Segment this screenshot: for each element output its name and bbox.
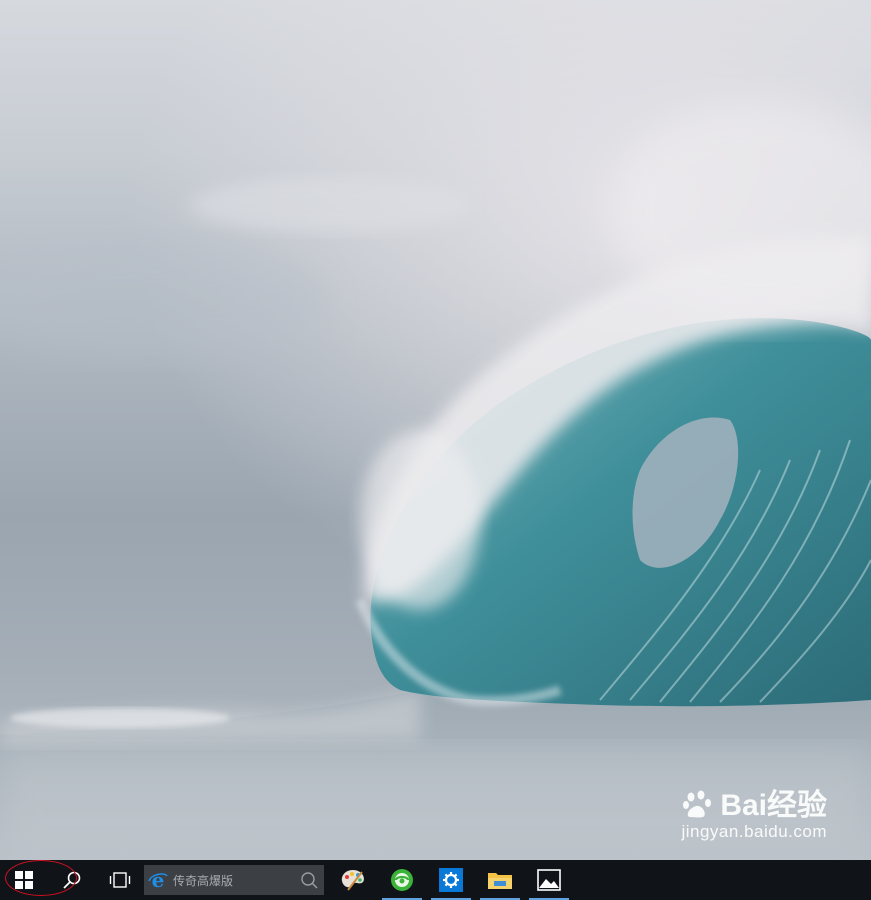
watermark-logo: Bai 经验 bbox=[681, 790, 827, 822]
watermark-brand-right: 经验 bbox=[767, 789, 827, 822]
taskbar: e 传奇高爆版 bbox=[0, 860, 871, 900]
wallpaper-wave-illustration bbox=[0, 0, 871, 860]
search-box-placeholder: 传奇高爆版 bbox=[173, 873, 234, 888]
paint-app-button[interactable] bbox=[333, 860, 373, 900]
task-view-icon bbox=[109, 872, 131, 888]
360-browser-icon bbox=[391, 869, 413, 891]
gear-icon bbox=[439, 868, 463, 892]
task-view-button[interactable] bbox=[98, 860, 142, 900]
desktop-wallpaper: Bai 经验 jingyan.baidu.com bbox=[0, 0, 871, 860]
watermark-url: jingyan.baidu.com bbox=[681, 822, 827, 841]
watermark-brand-left: Bai bbox=[720, 789, 767, 822]
paw-icon bbox=[683, 790, 712, 818]
360-browser-app-button[interactable] bbox=[382, 860, 422, 900]
baidu-jingyan-watermark: Bai 经验 jingyan.baidu.com bbox=[681, 790, 827, 842]
file-explorer-app-button[interactable] bbox=[480, 860, 520, 900]
taskbar-search-box[interactable]: e 传奇高爆版 bbox=[144, 865, 324, 895]
settings-app-button[interactable] bbox=[431, 860, 471, 900]
photos-app-button[interactable] bbox=[529, 860, 569, 900]
internet-explorer-icon: e bbox=[148, 869, 168, 891]
photos-icon bbox=[537, 869, 561, 891]
search-box-magnifier-icon bbox=[301, 872, 318, 889]
red-ellipse-highlight bbox=[5, 860, 77, 896]
svg-text:e: e bbox=[152, 869, 165, 891]
folder-icon bbox=[488, 873, 512, 889]
palette-icon bbox=[341, 870, 364, 891]
